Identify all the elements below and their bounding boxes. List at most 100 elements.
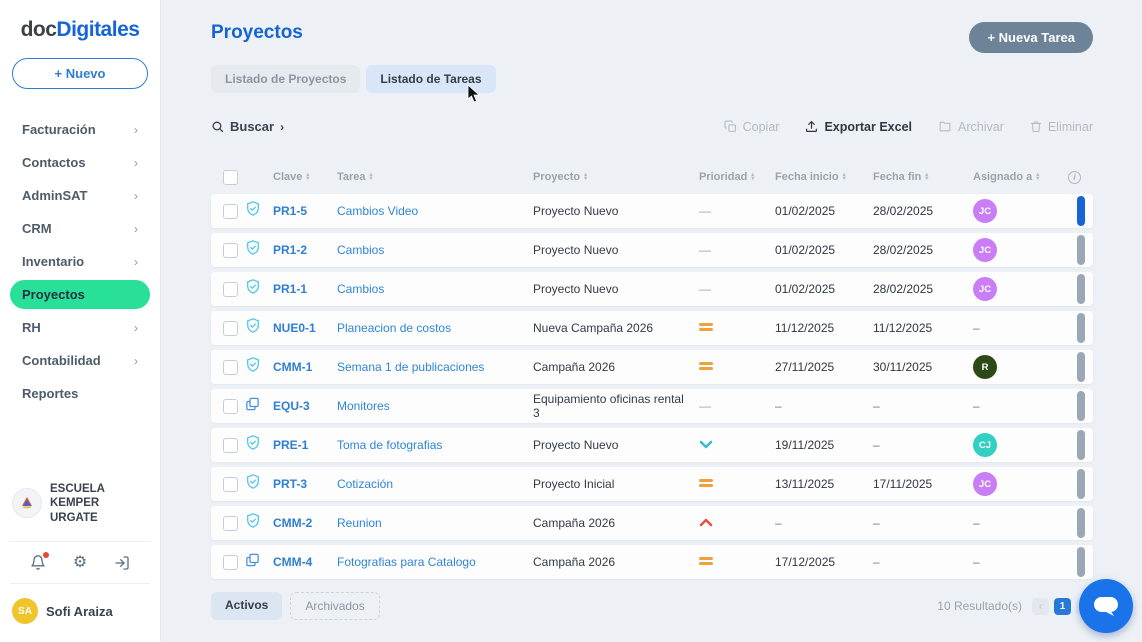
task-row[interactable]: PRT-3CotizaciónProyecto Inicial13/11/202… [211,467,1093,501]
task-row[interactable]: PR1-5Cambios VideoProyecto Nuevo—01/02/2… [211,194,1093,228]
filter-archivados[interactable]: Archivados [290,592,379,620]
sidebar-item-label: CRM [22,221,52,236]
row-status-bar [1077,469,1085,499]
export-icon [805,120,818,133]
tab-listado-de-tareas[interactable]: Listado de Tareas [366,65,495,93]
user-menu[interactable]: SA Sofi Araiza [10,594,150,628]
copiar-button[interactable]: Copiar [724,120,780,134]
chevron-right-icon: › [280,120,284,134]
copy-doc-icon [245,552,267,573]
task-key-link[interactable]: NUE0-1 [273,321,331,335]
task-key-link[interactable]: EQU-3 [273,399,331,413]
task-key-link[interactable]: PRT-3 [273,477,331,491]
column-header-clave[interactable]: Clave▴▾ [273,171,331,183]
task-row[interactable]: CMM-4Fotografias para CatalogoCampaña 20… [211,545,1093,579]
logout-icon[interactable] [114,555,130,571]
column-header-tarea[interactable]: Tarea▴▾ [337,171,527,183]
archivar-button[interactable]: Archivar [938,120,1004,134]
row-checkbox[interactable] [223,438,238,453]
task-row[interactable]: PR1-1CambiosProyecto Nuevo—01/02/202528/… [211,272,1093,306]
row-checkbox[interactable] [223,477,238,492]
priority-medium-icon [699,553,769,571]
column-header-asignado-a[interactable]: Asignado a▴▾ [973,171,1043,183]
task-title-link[interactable]: Reunion [337,516,527,530]
shield-check-icon [245,239,267,261]
task-key-link[interactable]: PR1-1 [273,282,331,296]
start-date: 11/12/2025 [775,321,867,335]
sidebar-item-contabilidad[interactable]: Contabilidad› [10,346,150,375]
sidebar-item-rh[interactable]: RH› [10,313,150,342]
row-checkbox[interactable] [223,321,238,336]
project-name: Proyecto Nuevo [533,243,693,257]
sidebar-nav: Facturación› Contactos› AdminSAT› CRM› Inven… [10,115,150,408]
task-key-link[interactable]: PRE-1 [273,438,331,452]
task-key-link[interactable]: CMM-2 [273,516,331,530]
prev-page-button[interactable]: ‹ [1032,598,1049,615]
row-checkbox[interactable] [223,516,238,531]
info-icon[interactable]: i [1068,171,1081,184]
task-title-link[interactable]: Cambios [337,282,527,296]
column-header-prioridad[interactable]: Prioridad▴▾ [699,171,769,183]
task-row[interactable]: PRE-1Toma de fotografiasProyecto Nuevo19… [211,428,1093,462]
sidebar-item-facturación[interactable]: Facturación› [10,115,150,144]
sidebar-item-contactos[interactable]: Contactos› [10,148,150,177]
task-row[interactable]: NUE0-1Planeacion de costosNueva Campaña … [211,311,1093,345]
task-key-link[interactable]: CMM-4 [273,555,331,569]
sidebar-bottom: ESCUELA KEMPER URGATE ⚙ SA Sofi Araiza [10,476,150,628]
row-status-bar [1077,508,1085,538]
task-row[interactable]: EQU-3MonitoresEquipamiento oficinas rent… [211,389,1093,423]
app-logo: docDigitales [10,18,150,42]
row-checkbox[interactable] [223,282,238,297]
select-all-checkbox[interactable] [223,170,238,185]
task-row[interactable]: CMM-1Semana 1 de publicacionesCampaña 20… [211,350,1093,384]
page-number-button[interactable]: 1 [1054,598,1071,615]
chat-widget-button[interactable] [1079,579,1133,633]
row-checkbox[interactable] [223,399,238,414]
new-task-button[interactable]: + Nueva Tarea [969,22,1093,53]
table-header: Clave▴▾ Tarea▴▾ Proyecto▴▾ Prioridad▴▾ Fecha… [211,164,1093,190]
sidebar-item-reportes[interactable]: Reportes [10,379,150,408]
sort-icon: ▴▾ [843,173,846,181]
column-header-fecha-fin[interactable]: Fecha fin▴▾ [873,171,967,183]
settings-gear-icon[interactable]: ⚙ [73,555,87,571]
sidebar-item-crm[interactable]: CRM› [10,214,150,243]
row-status-bar [1077,235,1085,265]
bulk-actions: Copiar Exportar Excel Archivar Eliminar [724,120,1093,134]
priority-low-icon [699,436,769,454]
row-checkbox[interactable] [223,204,238,219]
new-button[interactable]: + Nuevo [12,58,148,89]
column-header-fecha-inicio[interactable]: Fecha inicio▴▾ [775,171,867,183]
eliminar-button[interactable]: Eliminar [1030,120,1093,134]
sidebar-item-adminsat[interactable]: AdminSAT› [10,181,150,210]
search-toggle[interactable]: Buscar › [211,119,284,134]
column-header-proyecto[interactable]: Proyecto▴▾ [533,171,693,183]
sidebar-item-inventario[interactable]: Inventario› [10,247,150,276]
project-name: Proyecto Inicial [533,477,693,491]
task-title-link[interactable]: Toma de fotografias [337,438,527,452]
task-row[interactable]: CMM-2ReunionCampaña 2026––– [211,506,1093,540]
row-checkbox[interactable] [223,555,238,570]
notifications-bell-icon[interactable] [30,554,46,571]
row-checkbox[interactable] [223,360,238,375]
sidebar-item-proyectos[interactable]: Proyectos [10,280,150,309]
task-row[interactable]: PR1-2CambiosProyecto Nuevo—01/02/202528/… [211,233,1093,267]
task-title-link[interactable]: Fotografias para Catalogo [337,555,527,569]
assignee-empty: – [973,516,1043,530]
exportar-excel-button[interactable]: Exportar Excel [805,120,912,134]
task-key-link[interactable]: PR1-5 [273,204,331,218]
sidebar-quick-icons: ⚙ [10,552,150,573]
task-title-link[interactable]: Cambios Video [337,204,527,218]
task-key-link[interactable]: PR1-2 [273,243,331,257]
row-checkbox[interactable] [223,243,238,258]
task-title-link[interactable]: Planeacion de costos [337,321,527,335]
shield-check-icon [245,200,267,222]
task-key-link[interactable]: CMM-1 [273,360,331,374]
task-title-link[interactable]: Cotización [337,477,527,491]
filter-activos[interactable]: Activos [211,592,282,620]
tab-listado-de-proyectos[interactable]: Listado de Proyectos [211,65,360,93]
organization-switcher[interactable]: ESCUELA KEMPER URGATE [10,476,150,531]
task-title-link[interactable]: Cambios [337,243,527,257]
task-title-link[interactable]: Semana 1 de publicaciones [337,360,527,374]
sidebar-item-label: Proyectos [22,287,85,302]
task-title-link[interactable]: Monitores [337,399,527,413]
